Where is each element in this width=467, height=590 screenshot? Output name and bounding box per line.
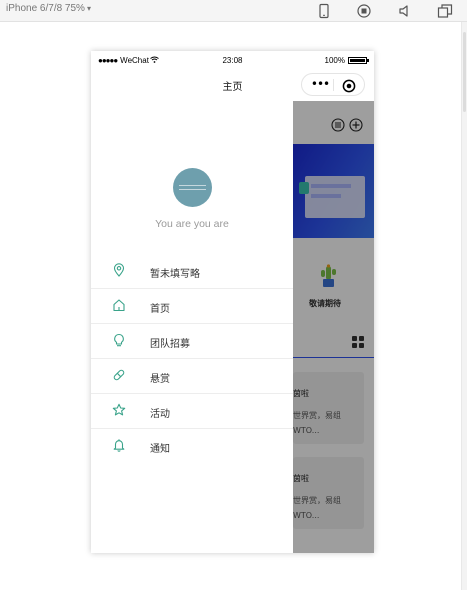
more-icon[interactable]: ••• (310, 77, 330, 92)
device-label: iPhone 6/7/8 75% (6, 3, 85, 14)
drawer-overlay-mask[interactable] (293, 101, 374, 553)
home-icon (112, 298, 126, 312)
sound-icon[interactable] (397, 3, 413, 19)
menu-item-label: 团队招募 (150, 339, 190, 350)
menu-item-team-recruit[interactable]: 团队招募 (91, 324, 293, 359)
menu-item-bounty[interactable]: 悬赏 (91, 359, 293, 394)
menu-item-notification[interactable]: 通知 (91, 429, 293, 464)
phone-icon[interactable] (316, 3, 332, 19)
devtools-toolbar: iPhone 6/7/8 75% ▾ (0, 0, 467, 22)
battery-indicator: 100% (324, 56, 369, 65)
location-pin-icon (112, 263, 126, 277)
nav-bar: 主页 ••• (91, 71, 374, 101)
drawer-menu: 暂未填写略 首页 团队招募 悬赏 活动 通知 (91, 254, 293, 464)
device-select[interactable]: iPhone 6/7/8 75% ▾ (6, 3, 91, 14)
menu-item-location[interactable]: 暂未填写略 (91, 254, 293, 289)
menu-item-label: 通知 (150, 444, 170, 455)
window-icon[interactable] (437, 3, 453, 19)
menu-item-label: 首页 (150, 304, 170, 315)
star-icon (112, 403, 126, 417)
status-bar: ●●●●● WeChat 23:08 100% (91, 51, 374, 71)
battery-percent: 100% (324, 56, 345, 65)
menu-item-home[interactable]: 首页 (91, 289, 293, 324)
menu-item-label: 暂未填写略 (150, 269, 200, 280)
avatar[interactable] (173, 168, 212, 207)
capsule-divider (333, 79, 334, 91)
menu-item-activity[interactable]: 活动 (91, 394, 293, 429)
username: You are you are (155, 218, 229, 230)
scrollbar[interactable] (461, 22, 467, 590)
close-miniprogram-icon[interactable] (342, 78, 356, 93)
side-drawer: You are you are 暂未填写略 首页 团队招募 悬赏 活动 通知 (91, 101, 293, 553)
menu-item-label: 活动 (150, 409, 170, 420)
pill-icon (112, 368, 126, 382)
scrollbar-thumb[interactable] (463, 32, 466, 112)
phone-simulator: ●●●●● WeChat 23:08 100% 主页 ••• 敬请期待 茵啦 世… (91, 51, 374, 553)
lightbulb-icon (112, 333, 126, 347)
record-icon[interactable] (356, 3, 372, 19)
battery-icon (348, 57, 369, 64)
bell-icon (112, 438, 126, 452)
caret-down-icon: ▾ (86, 4, 91, 13)
menu-item-label: 悬赏 (150, 374, 170, 385)
miniprogram-capsule: ••• (301, 73, 365, 96)
